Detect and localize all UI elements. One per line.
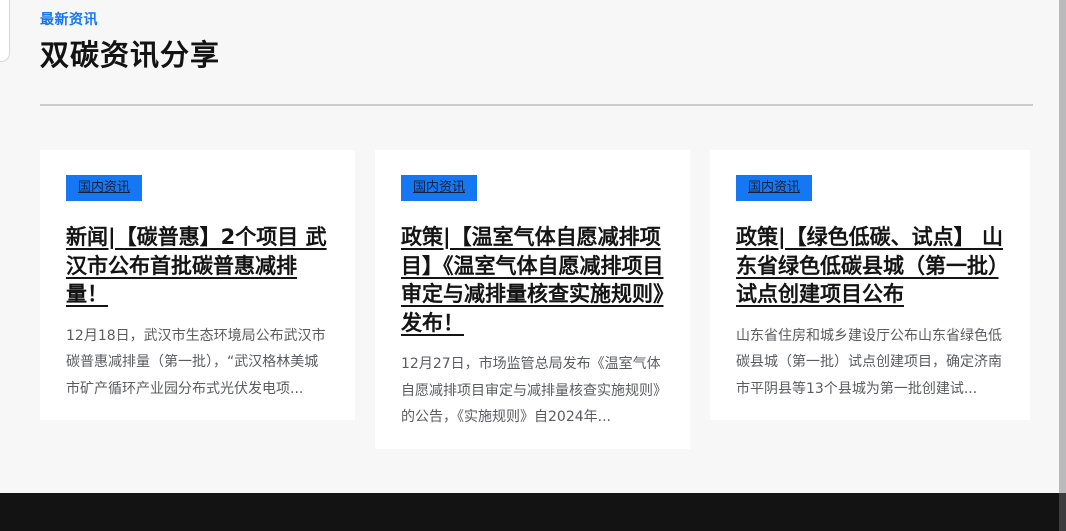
news-card: 国内资讯 政策|【温室气体自愿减排项目】《温室气体自愿减排项目审定与减排量核查实… (375, 150, 690, 449)
category-badge[interactable]: 国内资讯 (66, 175, 142, 201)
news-card: 国内资讯 政策|【绿色低碳、试点】 山东省绿色低碳县城（第一批）试点创建项目公布… (710, 150, 1030, 420)
news-section: 最新资讯 双碳资讯分享 国内资讯 新闻|【碳普惠】2个项目 武汉市公布首批碳普惠… (0, 0, 1066, 449)
news-card-title-link[interactable]: 政策|【绿色低碳、试点】 山东省绿色低碳县城（第一批）试点创建项目公布 (736, 223, 1004, 309)
news-card-title-link[interactable]: 新闻|【碳普惠】2个项目 武汉市公布首批碳普惠减排量！ (66, 223, 329, 309)
news-card: 国内资讯 新闻|【碳普惠】2个项目 武汉市公布首批碳普惠减排量！ 12月18日，… (40, 150, 355, 420)
section-divider (40, 104, 1033, 106)
scroll-indicator (0, 0, 10, 62)
news-card-excerpt: 12月27日，市场监管总局发布《温室气体自愿减排项目审定与减排量核查实施规则》的… (401, 351, 664, 431)
category-badge[interactable]: 国内资讯 (401, 175, 477, 201)
footer-bar (0, 493, 1066, 531)
news-card-excerpt: 山东省住房和城乡建设厅公布山东省绿色低碳县城（第一批）试点创建项目，确定济南市平… (736, 323, 1004, 403)
page-title: 双碳资讯分享 (40, 32, 1033, 74)
news-cards-row: 国内资讯 新闻|【碳普惠】2个项目 武汉市公布首批碳普惠减排量！ 12月18日，… (40, 150, 1033, 449)
category-badge[interactable]: 国内资讯 (736, 175, 812, 201)
news-card-excerpt: 12月18日，武汉市生态环境局公布武汉市碳普惠减排量（第一批），“武汉格林美城市… (66, 323, 329, 403)
news-card-title-link[interactable]: 政策|【温室气体自愿减排项目】《温室气体自愿减排项目审定与减排量核查实施规则》发… (401, 223, 664, 337)
scrollbar[interactable] (1059, 0, 1066, 531)
section-eyebrow: 最新资讯 (40, 9, 1033, 29)
